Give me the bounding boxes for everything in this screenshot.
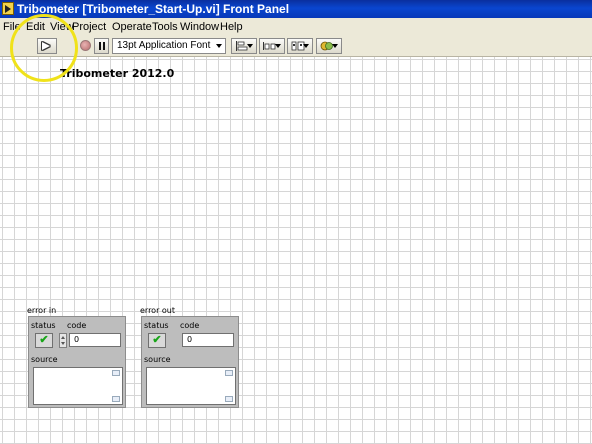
error-in-source-field[interactable] bbox=[33, 367, 123, 405]
error-out-source-label: source bbox=[144, 355, 171, 364]
error-in-code-field[interactable]: 0 bbox=[69, 333, 121, 347]
scroll-down-icon[interactable] bbox=[225, 396, 233, 402]
scroll-up-icon[interactable] bbox=[225, 370, 233, 376]
error-out-source-field[interactable] bbox=[146, 367, 236, 405]
error-out-status-indicator: ✔ bbox=[148, 333, 166, 348]
menu-window[interactable]: Window bbox=[180, 18, 219, 36]
error-in-code-label: code bbox=[67, 321, 87, 330]
menu-view[interactable]: View bbox=[50, 18, 74, 36]
menu-help[interactable]: Help bbox=[220, 18, 243, 36]
menu-edit[interactable]: Edit bbox=[26, 18, 45, 36]
error-in-code-increment[interactable] bbox=[59, 333, 67, 348]
check-icon: ✔ bbox=[152, 334, 162, 346]
error-out-label: error out bbox=[140, 306, 176, 315]
chevron-down-icon bbox=[216, 44, 222, 48]
menu-project[interactable]: Project bbox=[72, 18, 106, 36]
error-in-cluster[interactable]: status code ✔ 0 source bbox=[28, 316, 126, 408]
chevron-down-icon bbox=[275, 44, 281, 48]
error-in-source-label: source bbox=[31, 355, 58, 364]
pause-icon bbox=[99, 42, 101, 50]
run-arrow-icon bbox=[42, 42, 50, 50]
error-in-status-label: status bbox=[31, 321, 56, 330]
reorder-objects-dropdown[interactable] bbox=[316, 38, 342, 54]
run-button[interactable] bbox=[37, 38, 57, 54]
pause-button[interactable] bbox=[94, 38, 109, 54]
resize-objects-dropdown[interactable] bbox=[287, 38, 313, 54]
distribute-objects-dropdown[interactable] bbox=[259, 38, 285, 54]
chevron-down-icon bbox=[247, 44, 253, 48]
chevron-down-icon bbox=[303, 44, 309, 48]
font-dropdown-value: 13pt Application Font bbox=[117, 40, 211, 51]
panel-title: Tribometer 2012.0 bbox=[60, 67, 175, 80]
check-icon: ✔ bbox=[39, 334, 49, 346]
error-out-status-label: status bbox=[144, 321, 169, 330]
error-in-status-indicator[interactable]: ✔ bbox=[35, 333, 53, 348]
scroll-up-icon[interactable] bbox=[112, 370, 120, 376]
menubar: File Edit View Project Operate Tools Win… bbox=[0, 18, 592, 36]
menu-operate[interactable]: Operate bbox=[112, 18, 152, 36]
window-titlebar[interactable]: Tribometer [Tribometer_Start-Up.vi] Fron… bbox=[0, 0, 592, 18]
chevron-down-icon bbox=[332, 44, 338, 48]
font-dropdown[interactable]: 13pt Application Font bbox=[112, 38, 226, 54]
error-out-code-field: 0 bbox=[182, 333, 234, 347]
labview-vi-icon bbox=[2, 2, 14, 15]
abort-execution-icon[interactable] bbox=[80, 40, 91, 51]
error-in-label: error in bbox=[27, 306, 57, 315]
error-out-cluster[interactable]: status code ✔ 0 source bbox=[141, 316, 239, 408]
menu-file[interactable]: File bbox=[3, 18, 21, 36]
menu-tools[interactable]: Tools bbox=[152, 18, 178, 36]
error-out-code-label: code bbox=[180, 321, 200, 330]
scroll-down-icon[interactable] bbox=[112, 396, 120, 402]
align-objects-dropdown[interactable] bbox=[231, 38, 257, 54]
window-title: Tribometer [Tribometer_Start-Up.vi] Fron… bbox=[17, 2, 290, 16]
